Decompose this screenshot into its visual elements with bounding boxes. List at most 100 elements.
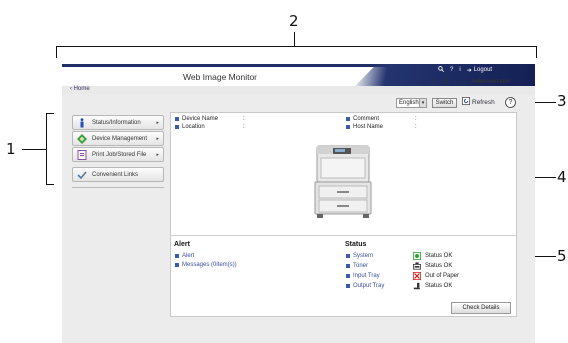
host-name-field: Host Name (346, 124, 383, 130)
location-label: Location (182, 124, 205, 130)
callout-2-bracket (56, 46, 537, 47)
user-name: Administrator (471, 78, 511, 85)
alert-link[interactable]: Alert (175, 253, 194, 259)
status-system-value: Status OK (413, 252, 452, 260)
alert-link-label: Alert (182, 253, 195, 259)
status-name: Output Tray (353, 283, 385, 289)
sidebar-divider (72, 187, 164, 188)
status-output-tray-value: Status OK (413, 282, 452, 290)
logout-icon: ➜ (466, 67, 472, 74)
status-name: System (353, 253, 374, 259)
printer-image (313, 140, 373, 225)
status-input-tray-value: Out of Paper (413, 272, 459, 280)
system-ok-icon (413, 252, 421, 260)
callout-2: 2 (289, 12, 299, 30)
location-sep: : (243, 124, 245, 130)
comment-label: Comment (353, 116, 380, 122)
bullet (175, 125, 179, 129)
output-tray-icon (413, 282, 421, 290)
status-toner-value: Status OK (413, 262, 452, 270)
sidebar-item-label: Status/Information (92, 119, 141, 126)
callout-1-top-leg (46, 113, 54, 114)
logout-link[interactable]: ➜ Logout (467, 67, 492, 74)
device-name-sep: : (243, 116, 245, 122)
paper-error-icon (413, 272, 421, 280)
bullet (346, 117, 350, 121)
chevron-right-icon: ▸ (156, 151, 159, 158)
chevron-right-icon: ▸ (156, 119, 159, 126)
language-value: English (399, 100, 419, 106)
trash-icon[interactable]: ▯ (463, 78, 466, 85)
callout-5: 5 (557, 247, 567, 265)
help-top-icon[interactable]: ? (450, 67, 453, 73)
sidebar-item-device-management[interactable]: Device Management ▸ (72, 131, 164, 146)
search-icon[interactable] (438, 66, 444, 74)
sidebar-item-print-job[interactable]: Print Job/Stored File ▸ (72, 147, 164, 162)
location-field: Location (175, 124, 205, 130)
callout-1-bottom-leg (46, 184, 54, 185)
bullet (346, 254, 350, 258)
chevron-left-icon: ‹ (70, 86, 72, 92)
home-link-label: Home (73, 86, 90, 92)
callout-1: 1 (6, 140, 16, 158)
check-link-icon (77, 170, 87, 180)
callout-4: 4 (557, 168, 567, 186)
settings-icon[interactable]: ⚙ (442, 78, 447, 85)
bullet (346, 125, 350, 129)
chevron-right-icon: ▸ (156, 135, 159, 142)
app-title: Web Image Monitor (183, 72, 258, 82)
device-name-label: Device Name (182, 116, 219, 122)
bullet (175, 117, 179, 121)
info-icon (77, 117, 87, 128)
sidebar-item-label: Device Management (92, 135, 148, 142)
bullet (346, 264, 350, 268)
help-icon[interactable]: ? (505, 97, 516, 108)
status-value: Status OK (425, 283, 453, 289)
info-top-icon[interactable]: i (459, 67, 460, 73)
refresh-icon (462, 97, 470, 107)
status-title: Status (345, 241, 367, 248)
status-output-tray-link[interactable]: Output Tray (346, 283, 384, 289)
download-icon[interactable]: ⇣ (453, 78, 458, 85)
host-name-label: Host Name (353, 124, 384, 130)
status-name: Toner (353, 263, 369, 269)
sidebar-item-label: Print Job/Stored File (92, 151, 147, 158)
toner-icon (413, 262, 421, 270)
home-link[interactable]: ‹ Home (70, 86, 90, 92)
sidebar-item-label: Convenient Links (92, 171, 139, 178)
callout-3: 3 (557, 92, 567, 110)
callout-2-stem (294, 32, 295, 46)
callout-2-left-leg (56, 46, 57, 58)
sidebar-item-convenient-links[interactable]: Convenient Links (72, 167, 164, 182)
user-row: ♙ ⚙ ⇣ ▯ Administrator (432, 78, 511, 86)
device-management-icon (77, 133, 87, 144)
refresh-label: Refresh (472, 98, 495, 106)
device-name-field: Device Name (175, 116, 218, 122)
comment-sep: : (415, 116, 417, 122)
callout-1-stem (22, 149, 46, 150)
status-input-tray-link[interactable]: Input Tray (346, 273, 380, 279)
refresh-button[interactable]: Refresh (462, 97, 495, 107)
top-toolbar: ? i ➜ Logout (438, 66, 492, 74)
host-name-sep: : (415, 124, 417, 130)
sidebar-item-status-information[interactable]: Status/Information ▸ (72, 115, 164, 130)
bullet (346, 274, 350, 278)
bullet (346, 284, 350, 288)
status-system-link[interactable]: System (346, 253, 373, 259)
breadcrumb-bar (62, 86, 535, 94)
callout-2-right-leg (536, 46, 537, 58)
status-name: Input Tray (353, 273, 380, 279)
messages-link-label: Messages (0item(s)) (182, 262, 237, 268)
comment-field: Comment (346, 116, 379, 122)
document-icon (77, 149, 87, 160)
switch-button[interactable]: Switch (432, 98, 457, 108)
bullet (175, 254, 179, 258)
check-details-button[interactable]: Check Details (451, 302, 511, 314)
status-value: Status OK (425, 253, 453, 259)
status-toner-link[interactable]: Toner (346, 263, 368, 269)
status-value: Out of Paper (425, 273, 460, 279)
user-icon: ♙ (432, 79, 438, 85)
language-select[interactable]: English ▾ (396, 98, 427, 108)
bullet (175, 263, 179, 267)
messages-link[interactable]: Messages (0item(s)) (175, 262, 237, 268)
